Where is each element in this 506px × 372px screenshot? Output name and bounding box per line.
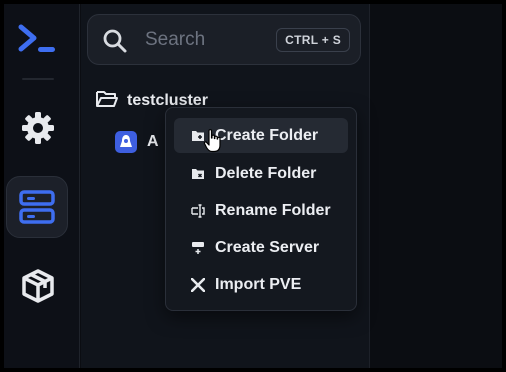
- search-icon: [102, 28, 128, 59]
- cube-icon[interactable]: [18, 266, 58, 306]
- hand-cursor-icon: [203, 129, 221, 153]
- menu-item-create-server[interactable]: Create Server: [174, 230, 348, 265]
- search-placeholder: Search: [145, 29, 206, 50]
- folder-x-icon: [192, 168, 204, 179]
- terminal-icon[interactable]: [18, 20, 58, 60]
- menu-item-rename-folder[interactable]: Rename Folder: [174, 193, 348, 228]
- rail-divider: [22, 78, 54, 80]
- context-menu: Create Folder Delete Folder Rename Folde…: [165, 107, 357, 311]
- app-window: Search CTRL + S testcluster A Create Fol…: [2, 2, 504, 370]
- menu-item-label: Create Server: [215, 238, 320, 256]
- server-label: A: [147, 133, 159, 150]
- menu-item-label: Rename Folder: [215, 201, 331, 219]
- server-plus-icon: [192, 241, 204, 254]
- menu-item-import-pve[interactable]: Import PVE: [174, 267, 348, 302]
- menu-item-delete-folder[interactable]: Delete Folder: [174, 156, 348, 191]
- menu-item-label: Create Folder: [215, 126, 319, 144]
- menu-item-label: Import PVE: [215, 275, 302, 293]
- icon-rail: [4, 4, 80, 368]
- rename-icon: [191, 203, 205, 218]
- server-os-icon: [115, 131, 137, 153]
- folder-open-icon: [95, 89, 119, 114]
- tree-server-item[interactable]: A: [115, 128, 159, 156]
- search-box[interactable]: Search CTRL + S: [87, 14, 361, 65]
- gear-icon[interactable]: [18, 108, 58, 148]
- search-shortcut-badge: CTRL + S: [276, 28, 350, 52]
- menu-item-label: Delete Folder: [215, 164, 317, 182]
- menu-item-create-folder[interactable]: Create Folder: [174, 118, 348, 153]
- main-content-area: [370, 4, 502, 368]
- server-stack-icon[interactable]: [6, 176, 68, 238]
- proxmox-icon: [191, 277, 205, 292]
